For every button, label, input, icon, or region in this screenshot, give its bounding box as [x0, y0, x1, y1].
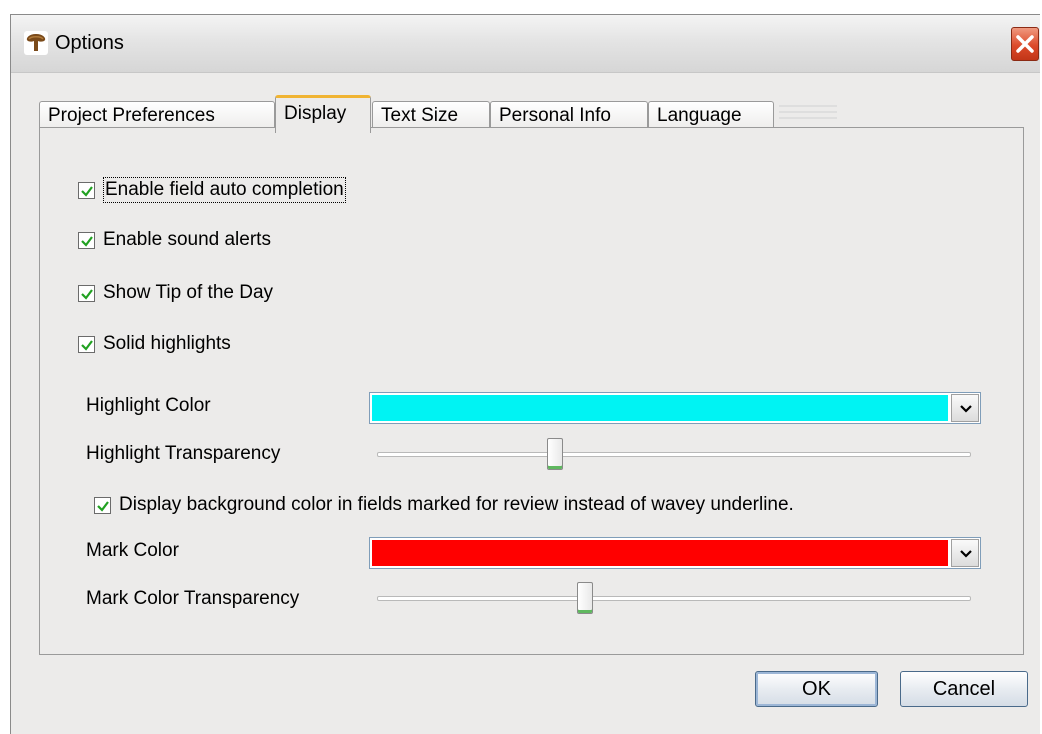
- tab-label: Personal Info: [499, 105, 611, 126]
- slider-track: [377, 452, 971, 457]
- highlight-color-select[interactable]: [369, 392, 981, 424]
- tab-strip-decoration: [779, 105, 837, 129]
- mark-transparency-slider[interactable]: [377, 582, 971, 622]
- mark-color-swatch: [372, 540, 948, 566]
- tab-label: Text Size: [381, 105, 459, 126]
- checkmark-icon: [81, 288, 93, 300]
- dropdown-button[interactable]: [951, 539, 979, 567]
- chevron-down-icon: [960, 405, 972, 413]
- option-label: Solid highlights: [103, 333, 231, 354]
- option-label: Display background color in fields marke…: [119, 494, 794, 515]
- mark-color-label: Mark Color: [86, 540, 179, 561]
- highlight-color-swatch: [372, 395, 948, 421]
- slider-thumb[interactable]: [547, 438, 564, 470]
- checkbox[interactable]: [94, 496, 111, 514]
- checkmark-icon: [81, 185, 93, 197]
- option-review-background[interactable]: Display background color in fields marke…: [94, 491, 794, 519]
- tab-display[interactable]: Display: [275, 95, 371, 133]
- highlight-color-label: Highlight Color: [86, 395, 211, 416]
- close-button[interactable]: [1011, 27, 1039, 61]
- option-label: Enable sound alerts: [103, 229, 271, 250]
- ok-button[interactable]: OK: [755, 671, 878, 707]
- checkbox[interactable]: [78, 181, 95, 199]
- slider-track: [377, 596, 971, 601]
- display-panel: Enable field auto completion Enable soun…: [39, 127, 1024, 655]
- screen: Options Project Preferences Display Text…: [0, 0, 1042, 734]
- highlight-transparency-label: Highlight Transparency: [86, 443, 281, 464]
- chevron-down-icon: [960, 550, 972, 558]
- tree-icon: [24, 31, 48, 55]
- option-tip-of-day[interactable]: Show Tip of the Day: [78, 279, 273, 307]
- mark-transparency-label: Mark Color Transparency: [86, 588, 300, 609]
- option-sound-alerts[interactable]: Enable sound alerts: [78, 226, 271, 254]
- window-title: Options: [55, 32, 124, 54]
- tab-label: Project Preferences: [48, 105, 215, 126]
- option-auto-completion[interactable]: Enable field auto completion: [78, 176, 346, 204]
- checkbox[interactable]: [78, 231, 95, 249]
- checkbox[interactable]: [78, 335, 95, 353]
- checkbox[interactable]: [78, 284, 95, 302]
- checkmark-icon: [97, 500, 109, 512]
- mark-color-select[interactable]: [369, 537, 981, 569]
- title-bar: Options: [11, 15, 1040, 73]
- tab-label: Language: [657, 105, 742, 126]
- dropdown-button[interactable]: [951, 394, 979, 422]
- option-solid-highlights[interactable]: Solid highlights: [78, 330, 231, 358]
- slider-thumb[interactable]: [576, 582, 593, 614]
- option-label: Show Tip of the Day: [103, 282, 274, 303]
- checkmark-icon: [81, 235, 93, 247]
- cancel-button[interactable]: Cancel: [900, 671, 1028, 707]
- option-label: Enable field auto completion: [103, 177, 346, 203]
- highlight-transparency-slider[interactable]: [377, 438, 971, 478]
- tab-label: Display: [284, 103, 347, 124]
- checkmark-icon: [81, 339, 93, 351]
- close-icon: [1016, 35, 1034, 53]
- options-dialog: Options Project Preferences Display Text…: [10, 14, 1040, 734]
